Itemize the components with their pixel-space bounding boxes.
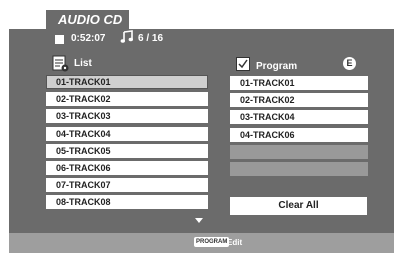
checkbox-icon (236, 57, 250, 71)
track-list: 01-TRACK01 02-TRACK02 03-TRACK03 04-TRAC… (46, 75, 208, 213)
music-note-icon (120, 30, 133, 43)
scroll-down-icon[interactable] (195, 218, 203, 223)
program-item[interactable]: 02-TRACK02 (230, 93, 368, 108)
list-item[interactable]: 05-TRACK05 (46, 143, 208, 158)
list-item[interactable]: 06-TRACK06 (46, 160, 208, 175)
list-header: List (74, 58, 92, 69)
audio-cd-title: AUDIO CD (46, 10, 129, 29)
program-list: 01-TRACK01 02-TRACK02 03-TRACK04 04-TRAC… (230, 76, 368, 179)
list-item[interactable]: 02-TRACK02 (46, 92, 208, 107)
track-counter: 6 / 16 (138, 33, 164, 44)
list-item[interactable]: 07-TRACK07 (46, 178, 208, 193)
edit-mode-badge: E (343, 57, 356, 70)
program-item[interactable]: 04-TRACK06 (230, 127, 368, 142)
list-item[interactable]: 04-TRACK04 (46, 126, 208, 141)
stop-icon (55, 35, 64, 44)
list-item[interactable]: 08-TRACK08 (46, 195, 208, 210)
list-item[interactable]: 03-TRACK03 (46, 109, 208, 124)
list-icon (52, 55, 69, 72)
list-item[interactable]: 01-TRACK01 (46, 75, 208, 89)
program-header: Program (256, 61, 298, 72)
edit-label: Edit (227, 238, 243, 247)
program-empty-slot[interactable] (230, 161, 368, 176)
program-item[interactable]: 03-TRACK04 (230, 110, 368, 125)
clear-all-button[interactable]: Clear All (230, 197, 367, 215)
program-key-badge: PROGRAM (194, 237, 230, 247)
program-empty-slot[interactable] (230, 144, 368, 159)
program-item[interactable]: 01-TRACK01 (230, 76, 368, 90)
playback-time: 0:52:07 (71, 33, 106, 44)
